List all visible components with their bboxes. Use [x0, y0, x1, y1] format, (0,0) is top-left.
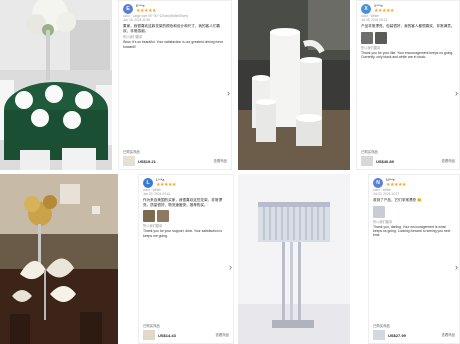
product-thumbnail[interactable]	[373, 330, 385, 340]
view-product-link[interactable]: 查看商品	[441, 159, 455, 163]
review-thumbnails	[143, 210, 229, 223]
purchased-label: 已购买商品	[123, 149, 140, 154]
review-thumbnail[interactable]	[361, 31, 373, 44]
product-thumbnail[interactable]	[143, 330, 155, 340]
translation-label: 所以我们翻译	[373, 219, 393, 224]
review-text: 收到了产品，它们非常漂亮 😊	[373, 198, 422, 203]
review-photo-butterfly-stand[interactable]	[0, 174, 118, 344]
review-text: 产品非常漂亮，包装很好，我的客人都很喜欢，非常满意。	[361, 24, 455, 29]
user-avatar: E	[123, 4, 133, 15]
review-thumbnail[interactable]	[143, 210, 155, 223]
review-card-3[interactable]: L L***a ★★★★★ color : White Jun 20, 2024…	[138, 174, 234, 344]
butterfly-stand-image	[0, 174, 118, 344]
review-thumbnail[interactable]	[157, 210, 169, 223]
review-text: 果家，我很喜欢这款花架的颜色和设计和尺寸，我的客人们喜欢，非常感谢。	[123, 24, 221, 33]
view-product-link[interactable]: 查看商品	[213, 159, 227, 163]
product-thumbnail[interactable]	[361, 156, 373, 166]
seller-reply: Thank you for your support, dear. Your s…	[143, 229, 222, 238]
translation-label: 所以我们翻译	[361, 45, 381, 50]
product-price: US$27.99	[388, 332, 406, 338]
chevron-right-icon[interactable]: ›	[455, 263, 458, 272]
seller-reply: Thank you, darling. Your encouragement i…	[373, 224, 451, 238]
purchased-product[interactable]: 已购买商品 US$19.21 查看商品	[123, 150, 227, 166]
user-avatar: X	[361, 4, 371, 15]
review-date: Jun 20, 2024 09:41	[143, 192, 171, 197]
review-card-4[interactable]: N N***e ★★★★★ color : White Jul 02, 2024…	[368, 174, 460, 344]
review-date: Jun 16, 2024 11:56	[123, 18, 151, 23]
review-thumbnails	[361, 31, 455, 44]
view-product-link[interactable]: 查看商品	[215, 333, 229, 337]
review-photo-white-pedestals[interactable]	[238, 0, 350, 170]
purchased-label: 已购买商品	[143, 323, 160, 328]
review-card-2[interactable]: X X***b ★★★★★ color : White Jul 08, 2024…	[356, 0, 460, 170]
seller-reply: Thank you for your like. Your encouragem…	[361, 50, 454, 60]
chevron-right-icon[interactable]: ›	[227, 89, 230, 98]
purchased-product[interactable]: 已购买商品 US$27.99 查看商品	[373, 324, 455, 340]
purchased-label: 已购买商品	[361, 149, 378, 154]
translation-label: 所以我们翻译	[123, 35, 143, 40]
product-thumbnail[interactable]	[123, 156, 135, 166]
review-date: Jul 08, 2024 06:12	[361, 18, 388, 23]
review-card-1[interactable]: E E***e ★★★★★ color : Large size 90 *30 …	[118, 0, 232, 170]
seller-reply: Wow, It's so beautiful. Your satisfactio…	[123, 40, 224, 49]
user-avatar: N	[373, 178, 383, 189]
purchased-product[interactable]: 已购买商品 US$40.89 查看商品	[361, 150, 455, 166]
review-text: 作为来自美国的买家，我很喜欢这些花架，非常漂亮，质量很好，物流速度快，推荐购买。	[143, 198, 223, 207]
chevron-right-icon[interactable]: ›	[455, 89, 458, 98]
crystal-stand-image	[238, 174, 350, 344]
view-product-link[interactable]: 查看商品	[441, 333, 455, 337]
purchased-product[interactable]: 已购买商品 US$14.43 查看商品	[143, 324, 229, 340]
review-date: Jul 02, 2024 14:27	[373, 192, 400, 197]
product-price: US$19.21	[138, 158, 156, 164]
review-thumbnails	[373, 205, 455, 218]
chevron-right-icon[interactable]: ›	[229, 263, 232, 272]
review-photo-crystal-stand[interactable]	[238, 174, 350, 344]
purchased-label: 已购买商品	[373, 323, 390, 328]
review-thumbnail[interactable]	[375, 31, 387, 44]
review-thumbnail[interactable]	[373, 205, 385, 218]
pedestals-image	[238, 0, 350, 170]
table-setting-image	[0, 0, 112, 170]
product-price: US$40.89	[376, 158, 394, 164]
translation-label: 所以我们翻译	[143, 224, 163, 229]
user-avatar: L	[143, 178, 153, 189]
product-price: US$14.43	[158, 332, 176, 338]
review-photo-table-setting[interactable]	[0, 0, 112, 170]
